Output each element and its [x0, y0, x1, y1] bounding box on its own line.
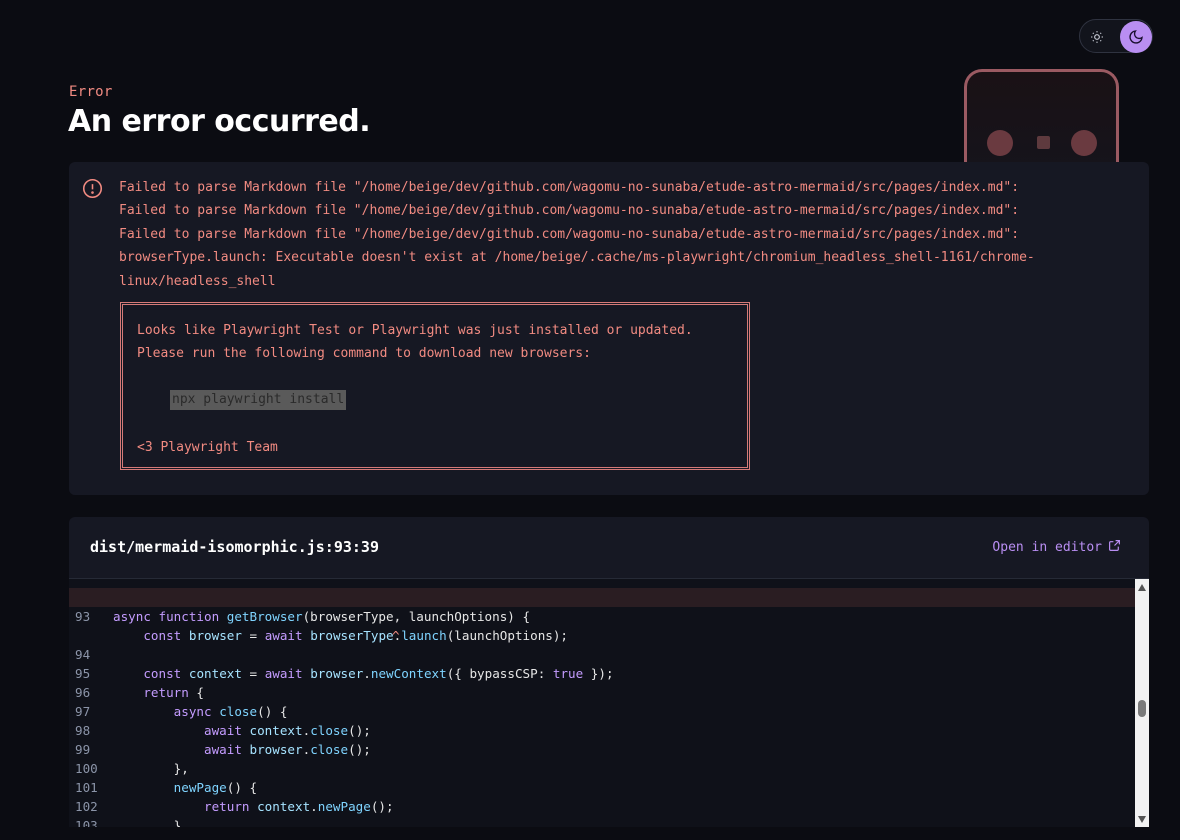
- playwright-notice-box: Looks like Playwright Test or Playwright…: [120, 302, 750, 470]
- error-message-card: Failed to parse Markdown file "/home/bei…: [69, 162, 1149, 495]
- scroll-thumb[interactable]: [1138, 700, 1146, 717]
- code-line: 103 };: [75, 818, 98, 827]
- error-caret: ^: [392, 628, 400, 643]
- code-line: 92 async function getBrowser(browserType…: [75, 590, 531, 624]
- notice-line: Please run the following command to down…: [137, 346, 591, 362]
- code-line: 97 await context.close();: [75, 704, 371, 738]
- robot-nose: [1037, 136, 1050, 149]
- code-line-highlighted: 93 const browser = await browserType.lau…: [69, 588, 1135, 643]
- code-line: 96 async close() {: [75, 685, 288, 719]
- robot-eye-right: [1071, 130, 1097, 156]
- code-frame-card: dist/mermaid-isomorphic.js:93:39 Open in…: [69, 517, 1149, 827]
- code-frame-header: dist/mermaid-isomorphic.js:93:39 Open in…: [69, 517, 1149, 579]
- code-line: 104 }: [69, 816, 1135, 827]
- robot-eye-left: [987, 130, 1013, 156]
- code-line: 99 },: [75, 742, 189, 776]
- code-view[interactable]: 92 async function getBrowser(browserType…: [69, 579, 1135, 827]
- notice-line: Looks like Playwright Test or Playwright…: [137, 323, 693, 338]
- file-location: dist/mermaid-isomorphic.js:93:39: [90, 538, 379, 556]
- page-title: An error occurred.: [68, 104, 371, 139]
- open-in-editor-link[interactable]: Open in editor: [992, 539, 1121, 556]
- sun-icon[interactable]: [1088, 28, 1106, 46]
- notice-line: [137, 366, 693, 389]
- notice-line: <3 Playwright Team: [137, 440, 278, 456]
- scroll-down-arrow-icon[interactable]: [1138, 816, 1146, 823]
- error-line: Failed to parse Markdown file "/home/bei…: [119, 226, 1020, 242]
- notice-line: [137, 413, 693, 436]
- open-in-editor-label: Open in editor: [992, 540, 1102, 555]
- code-line: 95 return {: [75, 666, 205, 700]
- code-line: 102 }: [75, 799, 182, 827]
- code-line: 101 return context.newPage();: [75, 780, 394, 814]
- error-line: browserType.launch: Executable doesn't e…: [119, 250, 1035, 266]
- code-line: 94 const context = await browser.newCont…: [75, 647, 614, 681]
- error-message-text: Failed to parse Markdown file "/home/bei…: [119, 176, 1129, 293]
- code-scrollbar[interactable]: [1135, 579, 1149, 827]
- error-label: Error: [69, 84, 113, 100]
- code-line: 100 newPage() {: [75, 761, 258, 795]
- external-link-icon: [1108, 539, 1121, 556]
- error-line: Failed to parse Markdown file "/home/bei…: [119, 203, 1020, 219]
- moon-icon[interactable]: [1120, 21, 1152, 53]
- scroll-up-arrow-icon[interactable]: [1138, 584, 1146, 591]
- error-line: linux/headless_shell: [119, 273, 276, 289]
- code-line: 98 await browser.close();: [75, 723, 371, 757]
- error-line: Failed to parse Markdown file "/home/bei…: [119, 180, 1020, 195]
- alert-circle-icon: [82, 178, 103, 199]
- install-command[interactable]: npx playwright install: [170, 390, 347, 410]
- theme-toggle[interactable]: [1079, 19, 1153, 53]
